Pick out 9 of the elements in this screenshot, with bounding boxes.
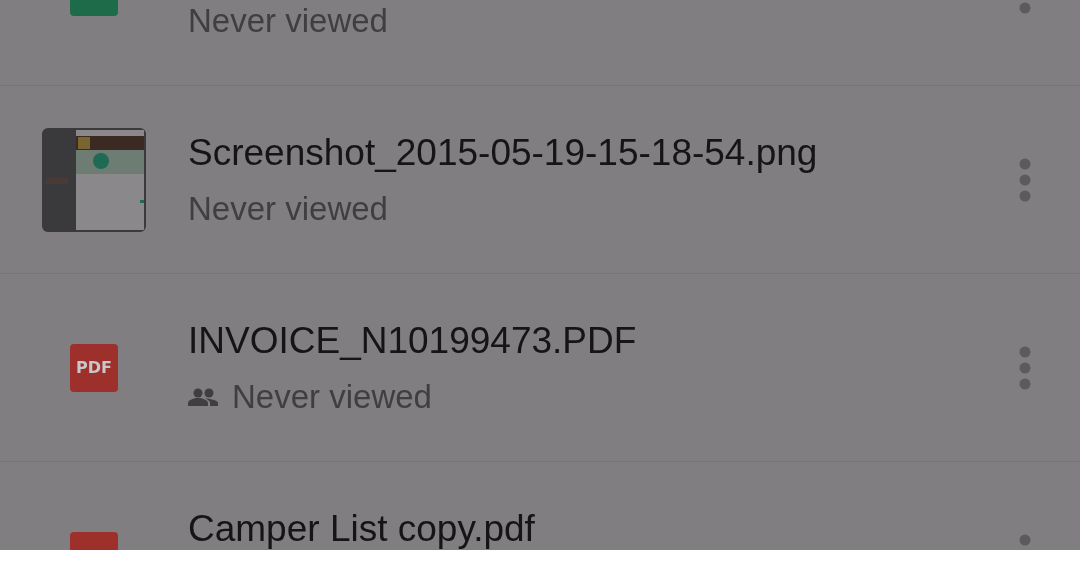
file-name: Camper List copy.pdf <box>188 507 536 550</box>
last-viewed-text: Never viewed <box>232 377 432 417</box>
more-options-icon <box>1019 345 1031 390</box>
pdf-file-icon: PDF <box>70 343 118 392</box>
file-name: Screenshot_2015-05-19-15-18-54.png <box>188 131 819 175</box>
last-viewed-text: Never viewed <box>188 189 388 229</box>
file-name: INVOICE_N10199473.PDF <box>188 319 638 363</box>
last-viewed-text: Never viewed <box>188 1 388 41</box>
more-options-icon <box>1019 157 1031 202</box>
